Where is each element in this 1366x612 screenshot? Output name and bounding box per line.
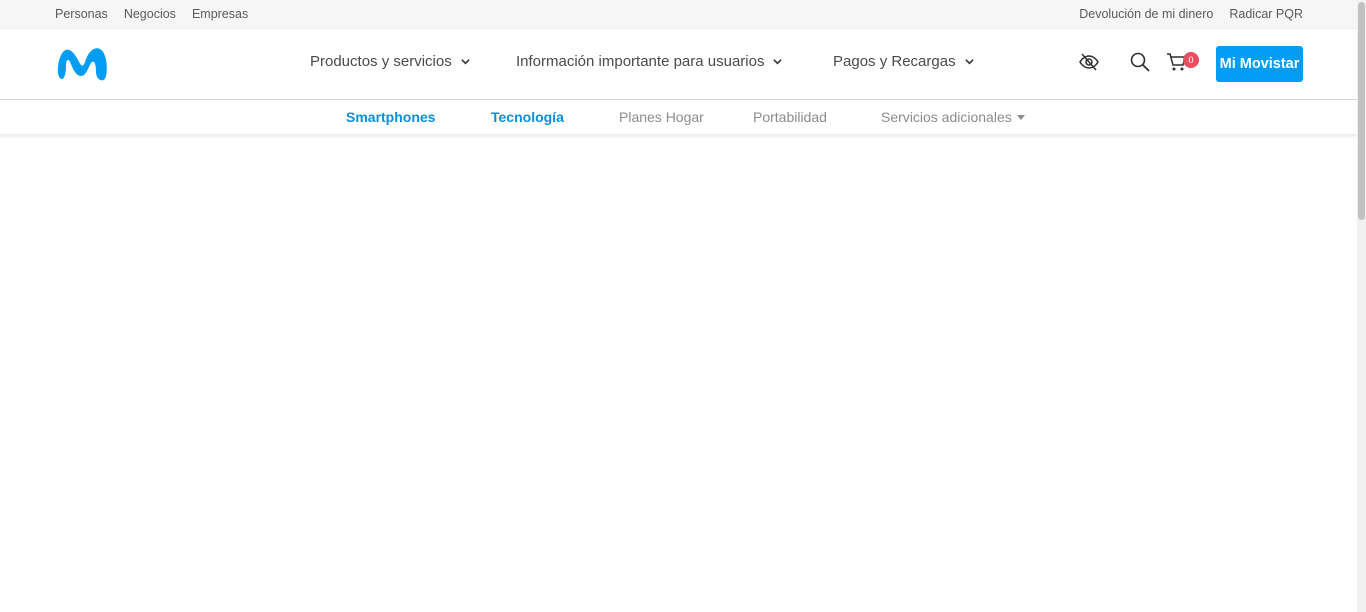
eye-slash-icon[interactable] — [1078, 51, 1100, 73]
search-icon[interactable] — [1129, 51, 1151, 73]
link-negocios[interactable]: Negocios — [124, 7, 176, 21]
subnav-smartphones[interactable]: Smartphones — [346, 109, 435, 125]
subnav-servicios-adicionales[interactable]: Servicios adicionales — [881, 109, 1025, 125]
link-devolucion-dinero[interactable]: Devolución de mi dinero — [1079, 7, 1213, 21]
cart-count-badge: 0 — [1183, 52, 1199, 68]
nav-pagos-label: Pagos y Recargas — [833, 53, 956, 70]
link-empresas[interactable]: Empresas — [192, 7, 248, 21]
chevron-down-icon — [460, 59, 470, 65]
page-scrollbar[interactable] — [1357, 0, 1366, 612]
chevron-down-icon — [773, 59, 783, 65]
main-header: Productos y servicios Información import… — [0, 29, 1357, 100]
subnav-tecnologia[interactable]: Tecnología — [491, 109, 564, 125]
utility-links: Devolución de mi dinero Radicar PQR — [1079, 7, 1303, 21]
subnav-servicios-label: Servicios adicionales — [881, 109, 1012, 125]
nav-productos-label: Productos y servicios — [310, 53, 452, 70]
subnav-planes-hogar[interactable]: Planes Hogar — [619, 109, 704, 125]
scrollbar-thumb[interactable] — [1358, 2, 1365, 220]
chevron-down-icon — [964, 59, 974, 65]
nav-informacion-usuarios[interactable]: Información importante para usuarios — [516, 53, 783, 70]
nav-informacion-label: Información importante para usuarios — [516, 53, 765, 70]
nav-productos-servicios[interactable]: Productos y servicios — [310, 53, 471, 70]
caret-down-icon — [1016, 115, 1025, 120]
subnav-portabilidad[interactable]: Portabilidad — [753, 109, 827, 125]
segment-links: Personas Negocios Empresas — [55, 7, 248, 21]
top-utility-bar: Personas Negocios Empresas Devolución de… — [0, 0, 1357, 29]
nav-pagos-recargas[interactable]: Pagos y Recargas — [833, 53, 975, 70]
link-personas[interactable]: Personas — [55, 7, 108, 21]
movistar-logo[interactable] — [54, 44, 110, 84]
link-radicar-pqr[interactable]: Radicar PQR — [1229, 7, 1303, 21]
sub-navigation: Smartphones Tecnología Planes Hogar Port… — [0, 100, 1357, 135]
mi-movistar-button[interactable]: Mi Movistar — [1216, 46, 1303, 82]
